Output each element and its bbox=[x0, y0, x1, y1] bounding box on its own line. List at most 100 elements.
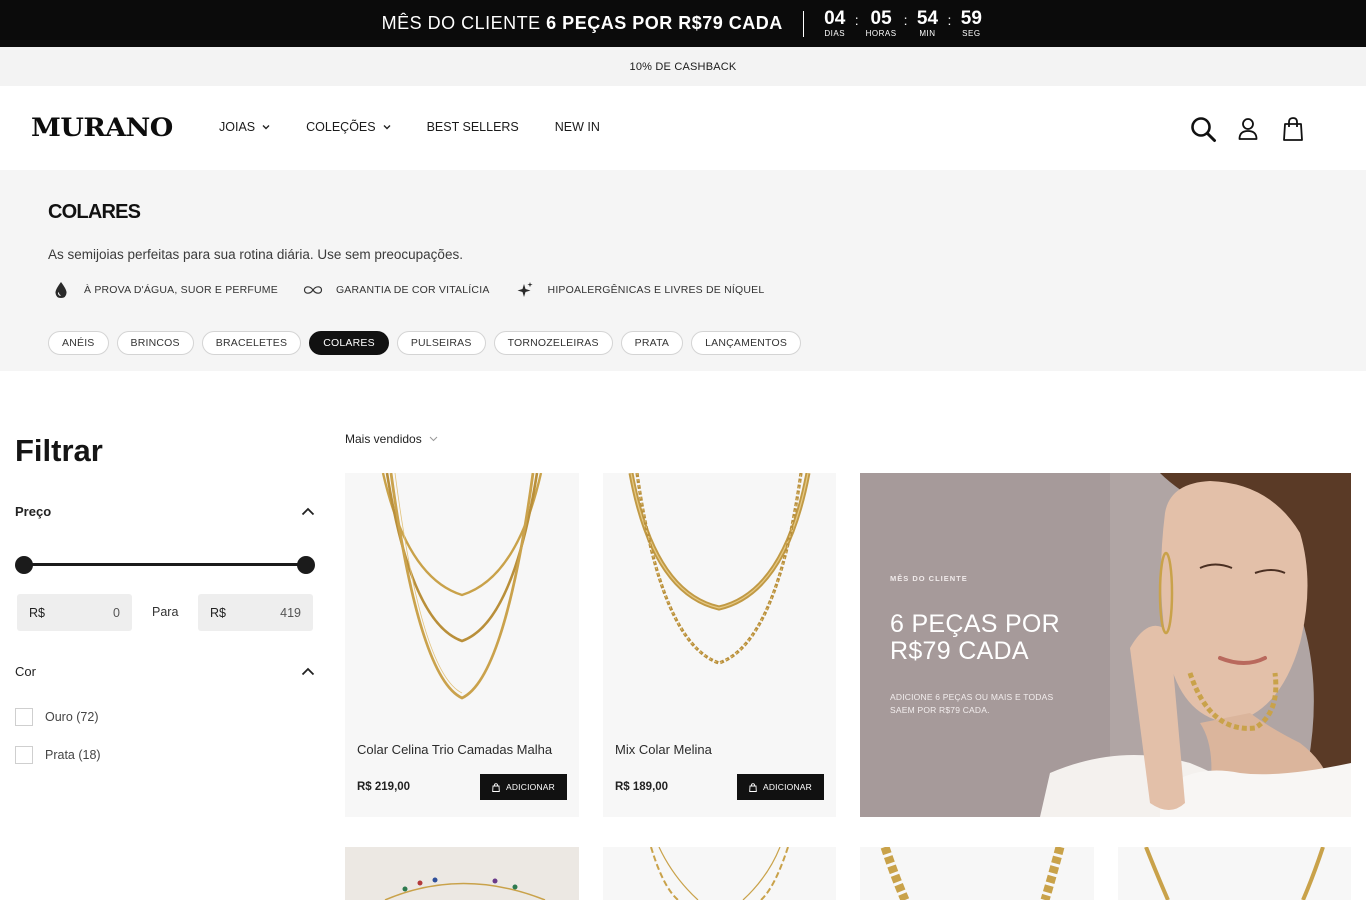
price-filter-toggle[interactable]: Preço bbox=[15, 504, 315, 519]
bag-icon bbox=[492, 782, 500, 792]
checkbox-label: Ouro (72) bbox=[45, 710, 99, 724]
currency-label: R$ bbox=[29, 605, 45, 620]
countdown-value: 04 bbox=[824, 8, 846, 29]
checkbox[interactable] bbox=[15, 708, 33, 726]
water-drop-icon bbox=[48, 280, 74, 300]
feature-item: À PROVA D'ÁGUA, SUOR E PERFUME bbox=[48, 280, 278, 300]
countdown-colon: : bbox=[903, 12, 908, 28]
currency-label: R$ bbox=[210, 605, 226, 620]
countdown-label: MIN bbox=[919, 29, 936, 38]
nav-item-joias[interactable]: JOIAS bbox=[219, 120, 270, 134]
product-card[interactable] bbox=[345, 847, 579, 900]
chevron-down-icon bbox=[429, 436, 438, 442]
bag-icon[interactable] bbox=[1278, 114, 1308, 144]
pill-brincos[interactable]: BRINCOS bbox=[116, 331, 194, 355]
product-card[interactable]: Colar Celina Trio Camadas Malha R$ 219,0… bbox=[345, 473, 579, 817]
product-price: R$ 189,00 bbox=[615, 781, 669, 793]
product-image[interactable] bbox=[603, 473, 836, 723]
pill-prata[interactable]: PRATA bbox=[620, 331, 684, 355]
promo-text: MÊS DO CLIENTE 6 PEÇAS POR R$79 CADA bbox=[382, 13, 783, 34]
promo-bar: MÊS DO CLIENTE 6 PEÇAS POR R$79 CADA 04 … bbox=[0, 0, 1366, 47]
promo-divider bbox=[802, 10, 804, 37]
product-name[interactable]: Mix Colar Melina bbox=[615, 742, 712, 757]
promo-text-prefix: MÊS DO CLIENTE bbox=[381, 13, 541, 33]
sort-selected: Mais vendidos bbox=[345, 432, 422, 446]
pill-colares[interactable]: COLARES bbox=[309, 331, 389, 355]
price-min-field[interactable]: R$ 0 bbox=[17, 594, 132, 631]
search-icon[interactable] bbox=[1188, 114, 1218, 144]
filter-title: Filtrar bbox=[15, 433, 103, 468]
product-name[interactable]: Colar Celina Trio Camadas Malha bbox=[357, 742, 552, 757]
product-image[interactable] bbox=[603, 847, 836, 900]
color-filter-label: Cor bbox=[15, 664, 36, 679]
product-image[interactable] bbox=[860, 847, 1094, 900]
feature-label: HIPOALERGÊNICAS E LIVRES DE NÍQUEL bbox=[547, 284, 765, 296]
bag-icon bbox=[749, 782, 757, 792]
pill-pulseiras[interactable]: PULSEIRAS bbox=[396, 331, 486, 355]
product-image[interactable] bbox=[1118, 847, 1351, 900]
product-price: R$ 219,00 bbox=[357, 781, 411, 793]
pill-tornozeleiras[interactable]: TORNOZELEIRAS bbox=[493, 331, 613, 355]
pill-lancamentos[interactable]: LANÇAMENTOS bbox=[691, 331, 802, 355]
banner-text: ADICIONE 6 PEÇAS OU MAIS E TODAS SAEM PO… bbox=[890, 692, 1054, 715]
feature-item: HIPOALERGÊNICAS E LIVRES DE NÍQUEL bbox=[512, 280, 765, 300]
logo[interactable]: MURANO bbox=[31, 113, 173, 142]
checkbox-label: Prata (18) bbox=[45, 748, 101, 762]
pill-aneis[interactable]: ANÉIS bbox=[48, 331, 109, 355]
product-image[interactable] bbox=[345, 473, 579, 723]
feature-label: À PROVA D'ÁGUA, SUOR E PERFUME bbox=[84, 284, 278, 296]
nav-item-label: BEST SELLERS bbox=[426, 120, 519, 134]
sparkle-icon bbox=[512, 280, 538, 300]
chevron-up-icon bbox=[301, 667, 315, 676]
add-to-cart-button[interactable]: ADICIONAR bbox=[479, 774, 567, 800]
nav-item-new-in[interactable]: NEW IN bbox=[555, 120, 600, 134]
chevron-down-icon bbox=[262, 125, 270, 130]
price-max-value: 419 bbox=[280, 605, 301, 620]
feature-item: GARANTIA DE COR VITALÍCIA bbox=[300, 280, 490, 300]
banner-title: 6 PEÇAS POR R$79 CADA bbox=[890, 610, 1061, 665]
product-card[interactable] bbox=[1118, 847, 1351, 900]
promo-text-offer: 6 PEÇAS POR R$79 CADA bbox=[546, 13, 783, 33]
nav-item-best-sellers[interactable]: BEST SELLERS bbox=[427, 120, 519, 134]
category-description: As semijoias perfeitas para sua rotina d… bbox=[48, 247, 463, 262]
add-to-cart-button[interactable]: ADICIONAR bbox=[736, 774, 824, 800]
price-range-slider[interactable] bbox=[15, 556, 315, 574]
product-card[interactable] bbox=[860, 847, 1094, 900]
pill-braceletes[interactable]: BRACELETES bbox=[201, 331, 302, 355]
countdown-label: SEG bbox=[962, 29, 981, 38]
countdown-label: HORAS bbox=[865, 29, 897, 38]
countdown-colon: : bbox=[854, 12, 859, 28]
chevron-up-icon bbox=[301, 507, 315, 516]
feature-label: GARANTIA DE COR VITALÍCIA bbox=[335, 284, 490, 296]
countdown-hours: 05 HORAS bbox=[865, 8, 897, 39]
color-option-ouro[interactable]: Ouro (72) bbox=[15, 708, 99, 726]
countdown-value: 05 bbox=[870, 8, 892, 29]
site-header: MURANO JOIAS COLEÇÕES BEST SELLERS NEW I… bbox=[0, 86, 1366, 170]
account-icon[interactable] bbox=[1233, 114, 1263, 144]
color-option-prata[interactable]: Prata (18) bbox=[15, 746, 101, 764]
price-filter-label: Preço bbox=[15, 504, 52, 519]
range-min-handle[interactable] bbox=[15, 556, 33, 574]
checkbox[interactable] bbox=[15, 746, 33, 764]
price-max-field[interactable]: R$ 419 bbox=[198, 594, 313, 631]
product-card[interactable]: Mix Colar Melina R$ 189,00 ADICIONAR bbox=[603, 473, 836, 817]
product-card[interactable] bbox=[603, 847, 836, 900]
sort-dropdown[interactable]: Mais vendidos bbox=[345, 432, 438, 446]
nav-item-label: JOIAS bbox=[219, 120, 256, 134]
chevron-down-icon bbox=[383, 125, 391, 130]
nav-item-colecoes[interactable]: COLEÇÕES bbox=[306, 120, 391, 134]
nav-item-label: NEW IN bbox=[554, 120, 600, 134]
countdown: 04 DIAS : 05 HORAS : 54 MIN : 59 SEG bbox=[822, 8, 985, 39]
range-track bbox=[24, 563, 306, 566]
countdown-value: 54 bbox=[916, 8, 939, 29]
color-filter-toggle[interactable]: Cor bbox=[15, 664, 315, 679]
cashback-text: 10% DE CASHBACK bbox=[629, 60, 737, 73]
promo-banner[interactable]: MÊS DO CLIENTE 6 PEÇAS POR R$79 CADA ADI… bbox=[860, 473, 1351, 817]
range-max-handle[interactable] bbox=[297, 556, 315, 574]
countdown-days: 04 DIAS bbox=[822, 8, 848, 39]
header-actions bbox=[1173, 114, 1308, 144]
infinity-icon bbox=[300, 280, 326, 300]
product-image[interactable] bbox=[345, 847, 579, 900]
add-to-cart-label: ADICIONAR bbox=[762, 782, 812, 792]
price-separator: Para bbox=[152, 605, 179, 619]
